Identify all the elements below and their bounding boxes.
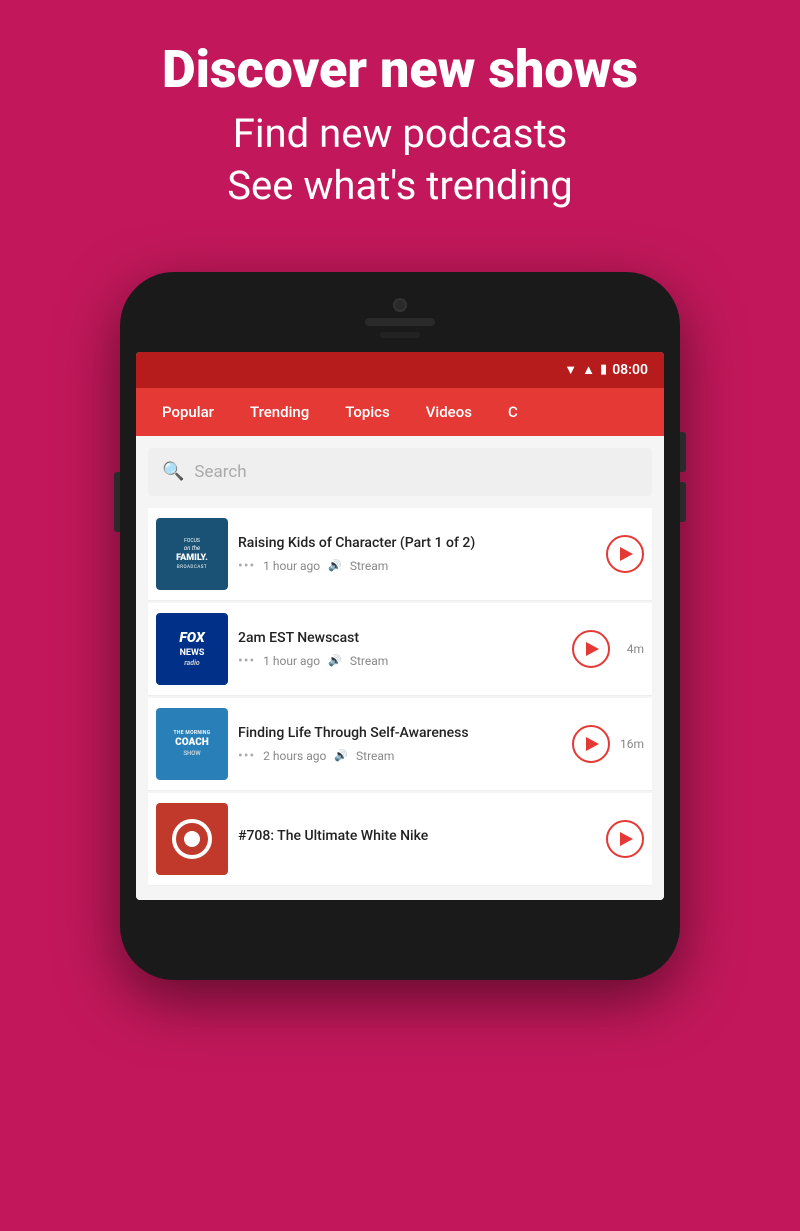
podcast-item: THE MORNING COACH SHOW Finding Life Thro…	[148, 698, 652, 791]
podcast-meta: ••• 1 hour ago 🔊 Stream	[238, 653, 562, 669]
phone-camera	[393, 298, 407, 312]
power-button	[114, 472, 120, 532]
podcast-meta: ••• 2 hours ago 🔊 Stream	[238, 748, 562, 764]
podcast-thumbnail	[156, 803, 228, 875]
tab-more[interactable]: C	[490, 388, 526, 436]
podcast-title: Finding Life Through Self-Awareness	[238, 724, 562, 742]
duration-label: 16m	[620, 737, 644, 751]
podcast-title: 2am EST Newscast	[238, 629, 562, 647]
play-button[interactable]	[606, 820, 644, 858]
podcast-info: #708: The Ultimate White Nike	[238, 827, 596, 851]
stream-icon: 🔊	[334, 749, 348, 762]
play-triangle-icon	[620, 547, 633, 561]
podcast-item: FOCUS on the FAMILY. BROADCAST Raising K…	[148, 508, 652, 601]
phone-sensor	[380, 332, 420, 338]
phone-bottom	[136, 900, 664, 920]
stream-icon: 🔊	[328, 559, 342, 572]
podcast-thumbnail: FOCUS on the FAMILY. BROADCAST	[156, 518, 228, 590]
duration-label: 4m	[620, 642, 644, 656]
hero-subtitle: Find new podcasts See what's trending	[20, 108, 780, 212]
play-button[interactable]	[606, 535, 644, 573]
stream-label: Stream	[350, 654, 388, 668]
status-time: 08:00	[612, 362, 648, 378]
nav-tabs: Popular Trending Topics Videos C	[136, 388, 664, 436]
podcast-title: #708: The Ultimate White Nike	[238, 827, 596, 845]
signal-icon: ▲	[582, 362, 595, 378]
podcast-info: 2am EST Newscast ••• 1 hour ago 🔊 Stream	[238, 629, 562, 669]
time-ago: 1 hour ago	[263, 654, 320, 668]
stream-label: Stream	[350, 559, 388, 573]
podcast-title: Raising Kids of Character (Part 1 of 2)	[238, 534, 596, 552]
time-ago: 1 hour ago	[263, 559, 320, 573]
podcast-item: FOX NEWS radio 2am EST Newscast ••• 1 ho…	[148, 603, 652, 696]
dots-icon: •••	[238, 558, 255, 574]
play-triangle-icon	[586, 642, 599, 656]
volume-up-button	[680, 432, 686, 472]
podcast-info: Raising Kids of Character (Part 1 of 2) …	[238, 534, 596, 574]
status-bar: ▼ ▲ ▮ 08:00	[136, 352, 664, 388]
phone-top-hardware	[136, 290, 664, 352]
time-ago: 2 hours ago	[263, 749, 326, 763]
phone-screen: ▼ ▲ ▮ 08:00 Popular Trending Topics Vide…	[136, 352, 664, 900]
dots-icon: •••	[238, 748, 255, 764]
volume-down-button	[680, 482, 686, 522]
battery-icon: ▮	[600, 362, 607, 377]
tab-popular[interactable]: Popular	[144, 388, 232, 436]
phone-wrapper: ▼ ▲ ▮ 08:00 Popular Trending Topics Vide…	[0, 242, 800, 980]
dots-icon: •••	[238, 653, 255, 669]
tab-videos[interactable]: Videos	[408, 388, 490, 436]
search-icon: 🔍	[162, 461, 184, 482]
tab-topics[interactable]: Topics	[327, 388, 407, 436]
podcast-thumbnail: THE MORNING COACH SHOW	[156, 708, 228, 780]
status-icons: ▼ ▲ ▮ 08:00	[564, 362, 648, 378]
wifi-icon: ▼	[564, 362, 577, 378]
play-button[interactable]	[572, 630, 610, 668]
tab-trending[interactable]: Trending	[232, 388, 327, 436]
stream-label: Stream	[356, 749, 394, 763]
hero-section: Discover new shows Find new podcasts See…	[0, 0, 800, 242]
podcast-thumbnail: FOX NEWS radio	[156, 613, 228, 685]
podcast-item: #708: The Ultimate White Nike	[148, 793, 652, 886]
play-triangle-icon	[620, 832, 633, 846]
search-bar[interactable]: 🔍 Search	[148, 448, 652, 496]
play-button[interactable]	[572, 725, 610, 763]
phone-speaker	[365, 318, 435, 326]
content-area: 🔍 Search FOCUS on the FAMILY. BROADCAST	[136, 436, 664, 900]
podcast-meta: ••• 1 hour ago 🔊 Stream	[238, 558, 596, 574]
stream-icon: 🔊	[328, 654, 342, 667]
phone-device: ▼ ▲ ▮ 08:00 Popular Trending Topics Vide…	[120, 272, 680, 980]
podcast-info: Finding Life Through Self-Awareness ••• …	[238, 724, 562, 764]
search-placeholder: Search	[194, 462, 246, 482]
hero-title: Discover new shows	[20, 40, 780, 100]
play-triangle-icon	[586, 737, 599, 751]
